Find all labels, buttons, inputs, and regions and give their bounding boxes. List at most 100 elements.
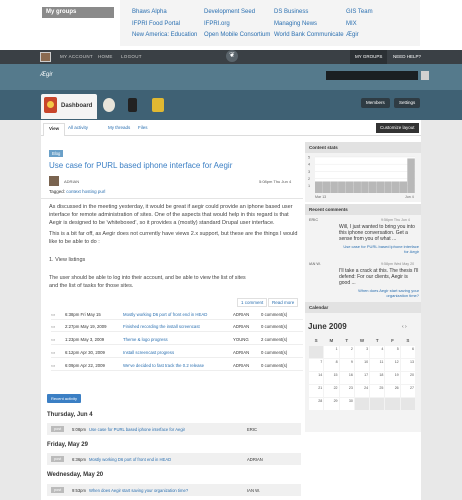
calendar-day[interactable]: 18: [370, 372, 385, 384]
calendar-day[interactable]: 8: [324, 359, 339, 371]
activity-author[interactable]: IAN W.: [247, 488, 260, 493]
calendar-day[interactable]: 17: [354, 372, 370, 384]
tab-my-threads[interactable]: My threads: [108, 125, 130, 130]
calendar-nav-arrows[interactable]: ‹ ›: [402, 324, 407, 330]
thread-author[interactable]: YOUNG: [233, 337, 249, 342]
site-title[interactable]: Ægir: [40, 72, 53, 78]
post-title[interactable]: Use case for PURL based iphone interface…: [49, 161, 299, 171]
clock-icon[interactable]: [103, 98, 115, 112]
comment-author[interactable]: ERIC: [309, 218, 318, 222]
tag-link[interactable]: hosting: [82, 189, 97, 194]
calendar-day[interactable]: 30: [339, 398, 354, 410]
comment-count-link[interactable]: 1 comment: [237, 298, 268, 307]
calendar-day[interactable]: 4: [370, 346, 385, 358]
group-link[interactable]: Open Mobile Consortium: [204, 32, 270, 44]
activity-row[interactable]: post 9:53pm When does Aegir start saving…: [47, 484, 301, 496]
calendar-day[interactable]: 19: [385, 372, 400, 384]
calendar-day[interactable]: 25: [370, 385, 385, 397]
calendar-day[interactable]: 20: [400, 372, 415, 384]
table-row[interactable]: ▭ 2:27pm May 19, 2009 Finished recording…: [51, 321, 303, 332]
tab-view[interactable]: View: [43, 123, 66, 136]
nav-logout[interactable]: LOGOUT: [121, 54, 142, 59]
recent-activity-label[interactable]: Recent activity: [47, 394, 82, 403]
calendar-day[interactable]: 23: [339, 385, 354, 397]
nav-my-account[interactable]: MY ACCOUNT: [60, 54, 93, 59]
my-groups-button[interactable]: MY GROUPS: [350, 50, 388, 64]
settings-button[interactable]: Settings: [394, 98, 421, 108]
author-avatar[interactable]: [49, 176, 59, 186]
thread-author[interactable]: ADRIAN: [233, 363, 249, 368]
table-row[interactable]: ▭ 6:09pm Apr 22, 2009 We've decided to f…: [51, 360, 303, 371]
comment-link[interactable]: Use case for PURL based iphone interface…: [339, 244, 419, 254]
logo-icon[interactable]: ❦: [226, 50, 238, 62]
calendar-day[interactable]: 6: [400, 346, 415, 358]
calendar-day[interactable]: 21: [309, 385, 324, 397]
group-link[interactable]: Development Seed: [204, 9, 270, 21]
table-row[interactable]: ▭ 6:38pm Fri May 15 Mostly working D6 po…: [51, 309, 303, 320]
activity-title[interactable]: Mostly working D6 port of front end in H…: [89, 457, 171, 462]
calendar-day[interactable]: 9: [339, 359, 354, 371]
comment-link[interactable]: When does Aegir start saving your organi…: [339, 288, 419, 298]
search-button[interactable]: [421, 71, 429, 80]
thread-title[interactable]: Install screencast progress: [123, 350, 174, 355]
activity-author[interactable]: ERIC: [247, 427, 257, 432]
calendar-app-icon[interactable]: [152, 98, 164, 112]
calendar-day[interactable]: 13: [400, 359, 415, 371]
activity-title[interactable]: When does Aegir start saving your organi…: [89, 488, 188, 493]
tag-link[interactable]: context: [66, 189, 81, 194]
calendar-day[interactable]: 27: [400, 385, 415, 397]
tab-dashboard[interactable]: Dashboard: [41, 94, 97, 119]
comment-author[interactable]: IAN W.: [309, 262, 321, 266]
calendar-day[interactable]: 24: [354, 385, 370, 397]
group-link[interactable]: IFPRI.org: [204, 21, 270, 33]
calendar-day[interactable]: 14: [309, 372, 324, 384]
activity-title[interactable]: Use case for PURL based iphone interface…: [89, 427, 185, 432]
group-link[interactable]: Bhaws Alpha: [132, 9, 197, 21]
group-link[interactable]: DS Business: [274, 9, 344, 21]
calendar-day[interactable]: 29: [324, 398, 339, 410]
calendar-day[interactable]: 15: [324, 372, 339, 384]
members-button[interactable]: Members: [361, 98, 390, 108]
table-row[interactable]: ▭ 1:23pm May 3, 2009 Theme & logo progre…: [51, 334, 303, 345]
group-link[interactable]: IFPRI Food Portal: [132, 21, 197, 33]
customize-layout-button[interactable]: Customize layout: [376, 123, 419, 133]
group-link[interactable]: World Bank Communicate: [274, 32, 344, 44]
tab-all-activity[interactable]: All activity: [68, 125, 88, 130]
calendar-day[interactable]: 22: [324, 385, 339, 397]
calendar-day[interactable]: 28: [309, 398, 324, 410]
group-link[interactable]: GIS Team: [346, 9, 373, 21]
tab-files[interactable]: Files: [138, 125, 148, 130]
thread-title[interactable]: Mostly working D6 port of front end in H…: [123, 312, 207, 317]
calendar-day[interactable]: 2: [339, 346, 354, 358]
calendar-day[interactable]: 7: [309, 359, 324, 371]
thread-title[interactable]: Finished recording the install screencas…: [123, 324, 200, 329]
read-more-link[interactable]: Read more: [268, 298, 299, 307]
group-link[interactable]: Ægir: [346, 32, 373, 44]
group-link[interactable]: New America: Education: [132, 32, 197, 44]
thread-author[interactable]: ADRIAN: [233, 350, 249, 355]
user-avatar[interactable]: [40, 52, 51, 62]
thread-author[interactable]: ADRIAN: [233, 324, 249, 329]
activity-row[interactable]: post 5:08pm Use case for PURL based ipho…: [47, 423, 301, 435]
activity-author[interactable]: ADRIAN: [247, 457, 263, 462]
calendar-day[interactable]: 3: [354, 346, 370, 358]
calendar-day[interactable]: 5: [385, 346, 400, 358]
thread-title[interactable]: We've decided to fast track the 0.2 rele…: [123, 363, 204, 368]
calendar-day[interactable]: 11: [370, 359, 385, 371]
group-link[interactable]: Managing News: [274, 21, 344, 33]
calendar-day[interactable]: 12: [385, 359, 400, 371]
need-help-button[interactable]: NEED HELP?: [388, 50, 426, 64]
tag-link[interactable]: purl: [98, 189, 106, 194]
nav-home[interactable]: HOME: [98, 54, 113, 59]
activity-row[interactable]: post 6:36pm Mostly working D6 port of fr…: [47, 453, 301, 465]
thread-title[interactable]: Theme & logo progress: [123, 337, 168, 342]
post-author[interactable]: ADRIAN: [64, 179, 79, 184]
calendar-day[interactable]: 26: [385, 385, 400, 397]
table-row[interactable]: ▭ 6:12pm Apr 30, 2009 Install screencast…: [51, 347, 303, 358]
calendar-day[interactable]: 16: [339, 372, 354, 384]
search-input[interactable]: [326, 71, 418, 80]
notebook-icon[interactable]: [128, 98, 137, 112]
group-link[interactable]: MIX: [346, 21, 373, 33]
calendar-day[interactable]: 1: [324, 346, 339, 358]
thread-author[interactable]: ADRIAN: [233, 312, 249, 317]
